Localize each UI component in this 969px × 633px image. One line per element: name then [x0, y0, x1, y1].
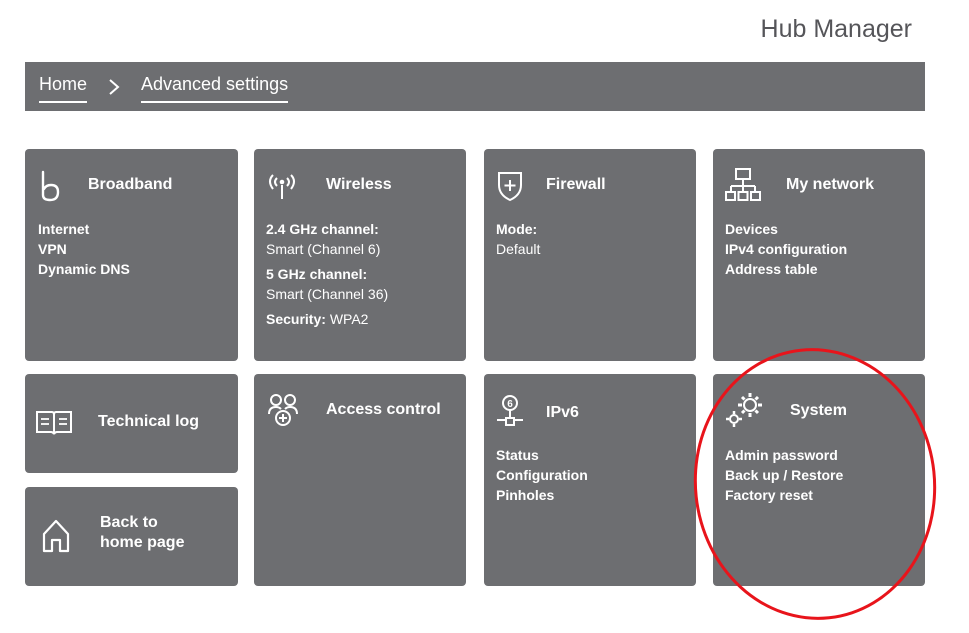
network-tree-icon — [725, 168, 761, 201]
tile-technical-log[interactable]: Technical log — [25, 374, 238, 473]
people-plus-icon — [268, 394, 298, 426]
link-ipv6-configuration[interactable]: Configuration — [496, 465, 588, 485]
tile-my-network-title: My network — [786, 176, 875, 193]
tile-access-control-title: Access control — [326, 401, 441, 418]
link-backup-restore[interactable]: Back up / Restore — [725, 465, 843, 485]
tile-ipv6[interactable]: 6 IPv6 Status Configuration Pinholes — [484, 374, 696, 586]
book-icon — [36, 411, 72, 435]
wireless-5ghz-value: Smart (Channel 36) — [266, 286, 389, 302]
tile-wireless-title: Wireless — [326, 176, 392, 193]
shield-plus-icon — [498, 172, 522, 202]
wireless-24ghz-value: Smart (Channel 6) — [266, 241, 381, 257]
firewall-mode-value: Default — [496, 241, 541, 257]
tile-technical-log-title: Technical log — [98, 413, 200, 430]
tile-my-network[interactable]: My network Devices IPv4 configuration Ad… — [713, 149, 925, 361]
ipv6-node-icon: 6 — [497, 395, 523, 426]
tile-system-title: System — [790, 402, 847, 419]
tile-firewall-title: Firewall — [546, 176, 606, 193]
tile-ipv6-title: IPv6 — [546, 404, 579, 421]
tile-access-control[interactable]: Access control — [254, 374, 466, 586]
antenna-icon — [269, 174, 295, 199]
tile-back-to-home[interactable]: Back to home page — [25, 487, 238, 586]
firewall-mode-label: Mode: — [496, 221, 538, 237]
breadcrumb-bar: Home Advanced settings — [25, 62, 925, 111]
tile-wireless[interactable]: Wireless 2.4 GHz channel: Smart (Channel… — [254, 149, 466, 361]
broadband-b-icon — [41, 170, 60, 202]
page-title: Hub Manager — [760, 15, 912, 43]
back-home-title-line1: Back to — [100, 514, 158, 531]
link-ipv6-pinholes[interactable]: Pinholes — [496, 485, 588, 505]
wireless-security-label: Security: — [266, 311, 326, 327]
link-dynamic-dns[interactable]: Dynamic DNS — [38, 259, 130, 279]
back-home-title-line2: home page — [100, 534, 185, 551]
breadcrumb-home[interactable]: Home — [39, 74, 88, 103]
wireless-24ghz-label: 2.4 GHz channel: — [266, 221, 379, 237]
tile-broadband-title: Broadband — [88, 176, 173, 193]
link-vpn[interactable]: VPN — [38, 239, 130, 259]
tile-broadband[interactable]: Broadband Internet VPN Dynamic DNS — [25, 149, 238, 361]
wireless-5ghz-label: 5 GHz channel: — [266, 266, 368, 282]
link-admin-password[interactable]: Admin password — [725, 445, 843, 465]
house-icon — [42, 519, 70, 553]
wireless-security-value: WPA2 — [329, 311, 369, 327]
link-factory-reset[interactable]: Factory reset — [725, 485, 843, 505]
gears-icon — [726, 393, 762, 427]
link-ipv6-status[interactable]: Status — [496, 445, 588, 465]
link-internet[interactable]: Internet — [38, 219, 130, 239]
breadcrumb-advanced-settings[interactable]: Advanced settings — [141, 74, 289, 103]
link-ipv4-configuration[interactable]: IPv4 configuration — [725, 239, 847, 259]
ipv6-icon-digit: 6 — [507, 399, 513, 410]
link-devices[interactable]: Devices — [725, 219, 847, 239]
link-address-table[interactable]: Address table — [725, 259, 847, 279]
chevron-right-icon — [109, 79, 120, 95]
tile-firewall[interactable]: Firewall Mode: Default — [484, 149, 696, 361]
tile-system[interactable]: System Admin password Back up / Restore … — [713, 374, 925, 586]
